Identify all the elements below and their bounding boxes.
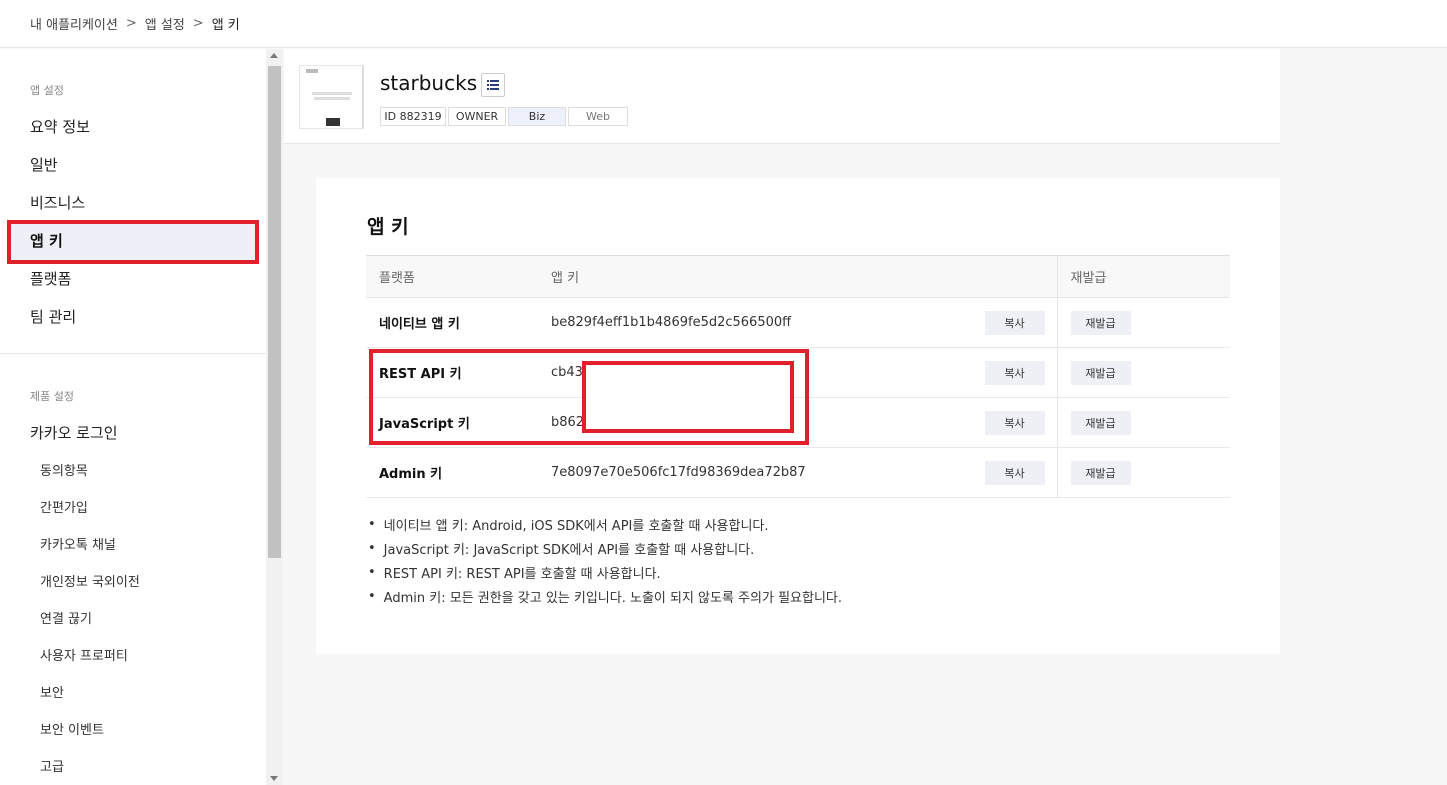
app-tags: ID 882319 OWNER Biz Web bbox=[380, 107, 630, 126]
sidebar-item-business[interactable]: 비즈니스 bbox=[30, 192, 85, 213]
note-rest-api: REST API 키: REST API를 호출할 때 사용합니다. bbox=[383, 566, 661, 582]
tag-app-id: ID 882319 bbox=[380, 107, 446, 126]
app-header: starbucks ID 882319 OWNER Biz Web bbox=[284, 49, 1280, 144]
sidebar-item-platform[interactable]: 플랫폼 bbox=[30, 268, 71, 289]
sidebar-divider bbox=[0, 353, 266, 354]
scroll-up-arrow-icon[interactable] bbox=[270, 53, 278, 58]
breadcrumb-separator: > bbox=[192, 16, 204, 31]
list-item: • Admin 키: 모든 권한을 갖고 있는 키입니다. 노출이 되지 않도록 … bbox=[368, 588, 843, 606]
breadcrumb-my-apps[interactable]: 내 애플리케이션 bbox=[30, 14, 118, 33]
sidebar: 앱 설정 요약 정보 일반 비즈니스 앱 키 플랫폼 팀 관리 제품 설정 카카… bbox=[0, 49, 266, 785]
list-icon bbox=[487, 80, 499, 90]
platform-native: 네이티브 앱 키 bbox=[366, 297, 538, 348]
highlight-box-redacted bbox=[582, 361, 794, 433]
key-cell: be829f4eff1b1b4869fe5d2c566500ff 복사 bbox=[538, 297, 1057, 348]
sidebar-sub-unlink[interactable]: 연결 끊기 bbox=[40, 608, 92, 627]
sidebar-sub-privacy-transfer[interactable]: 개인정보 국외이전 bbox=[40, 571, 140, 590]
reissue-button-javascript[interactable]: 재발급 bbox=[1070, 410, 1131, 435]
table-row: 네이티브 앱 키 be829f4eff1b1b4869fe5d2c566500f… bbox=[366, 297, 1230, 348]
sidebar-sub-simple-signup[interactable]: 간편가입 bbox=[40, 497, 88, 516]
sidebar-section-title-app-settings: 앱 설정 bbox=[30, 84, 64, 97]
header-reissue: 재발급 bbox=[1056, 255, 1230, 298]
reissue-button-admin[interactable]: 재발급 bbox=[1070, 460, 1131, 485]
sidebar-sub-security[interactable]: 보안 bbox=[40, 682, 64, 701]
breadcrumb-separator: > bbox=[125, 16, 137, 31]
reissue-cell: 재발급 bbox=[1056, 447, 1230, 498]
platform-admin: Admin 키 bbox=[366, 447, 538, 498]
breadcrumb-app-settings[interactable]: 앱 설정 bbox=[145, 14, 185, 33]
table-header-row: 플랫폼 앱 키 재발급 bbox=[366, 255, 1230, 298]
reissue-cell: 재발급 bbox=[1056, 297, 1230, 348]
app-menu-button[interactable] bbox=[481, 73, 505, 97]
note-admin: Admin 키: 모든 권한을 갖고 있는 키입니다. 노출이 되지 않도록 주… bbox=[383, 590, 843, 606]
copy-button-native[interactable]: 복사 bbox=[984, 311, 1045, 335]
sidebar-sub-consent[interactable]: 동의항목 bbox=[40, 460, 88, 479]
note-native: 네이티브 앱 키: Android, iOS SDK에서 API를 호출할 때 … bbox=[383, 518, 769, 534]
usage-notes: • 네이티브 앱 키: Android, iOS SDK에서 API를 호출할 때… bbox=[368, 512, 842, 608]
list-item: • JavaScript 키: JavaScript SDK에서 API를 호출할… bbox=[368, 540, 755, 558]
reissue-cell: 재발급 bbox=[1056, 397, 1230, 448]
highlight-box-sidebar bbox=[7, 220, 259, 264]
sidebar-item-team[interactable]: 팀 관리 bbox=[30, 306, 76, 327]
tag-owner: OWNER bbox=[448, 107, 506, 126]
reissue-button-rest-api[interactable]: 재발급 bbox=[1070, 360, 1131, 385]
section-title: 앱 키 bbox=[367, 216, 409, 238]
reissue-cell: 재발급 bbox=[1056, 347, 1230, 398]
sidebar-item-summary[interactable]: 요약 정보 bbox=[30, 116, 90, 137]
list-item: • 네이티브 앱 키: Android, iOS SDK에서 API를 호출할 때… bbox=[368, 516, 769, 534]
scroll-down-arrow-icon[interactable] bbox=[270, 776, 278, 781]
reissue-button-native[interactable]: 재발급 bbox=[1070, 310, 1131, 335]
sidebar-sub-security-event[interactable]: 보안 이벤트 bbox=[40, 719, 104, 738]
breadcrumb: 내 애플리케이션 > 앱 설정 > 앱 키 bbox=[0, 0, 1447, 48]
tag-biz: Biz bbox=[508, 107, 566, 126]
scrollbar-thumb[interactable] bbox=[268, 66, 281, 558]
note-javascript: JavaScript 키: JavaScript SDK에서 API를 호출할 … bbox=[383, 542, 755, 558]
sidebar-item-general[interactable]: 일반 bbox=[30, 154, 58, 175]
sidebar-sub-kakaotalk-channel[interactable]: 카카오톡 채널 bbox=[40, 534, 116, 553]
key-value-native: be829f4eff1b1b4869fe5d2c566500ff bbox=[551, 315, 792, 330]
app-thumbnail bbox=[299, 65, 364, 129]
sidebar-item-kakao-login[interactable]: 카카오 로그인 bbox=[30, 422, 118, 443]
list-item: • REST API 키: REST API를 호출할 때 사용합니다. bbox=[368, 564, 661, 582]
table-row: Admin 키 7e8097e70e506fc17fd98369dea72b87… bbox=[366, 447, 1230, 498]
sidebar-scrollbar[interactable] bbox=[266, 49, 283, 785]
sidebar-section-title-product: 제품 설정 bbox=[30, 390, 74, 403]
tag-web: Web bbox=[568, 107, 628, 126]
key-value-admin: 7e8097e70e506fc17fd98369dea72b87 bbox=[551, 465, 806, 480]
header-platform: 플랫폼 bbox=[366, 255, 538, 298]
copy-button-rest-api[interactable]: 복사 bbox=[984, 361, 1045, 385]
breadcrumb-app-keys: 앱 키 bbox=[211, 18, 240, 33]
header-app-key: 앱 키 bbox=[538, 255, 1057, 298]
copy-button-javascript[interactable]: 복사 bbox=[984, 411, 1045, 435]
key-cell: 7e8097e70e506fc17fd98369dea72b87 복사 bbox=[538, 447, 1057, 498]
sidebar-sub-advanced[interactable]: 고급 bbox=[40, 756, 64, 775]
sidebar-sub-user-property[interactable]: 사용자 프로퍼티 bbox=[40, 645, 128, 664]
copy-button-admin[interactable]: 복사 bbox=[984, 461, 1045, 485]
app-name: starbucks bbox=[380, 71, 478, 95]
